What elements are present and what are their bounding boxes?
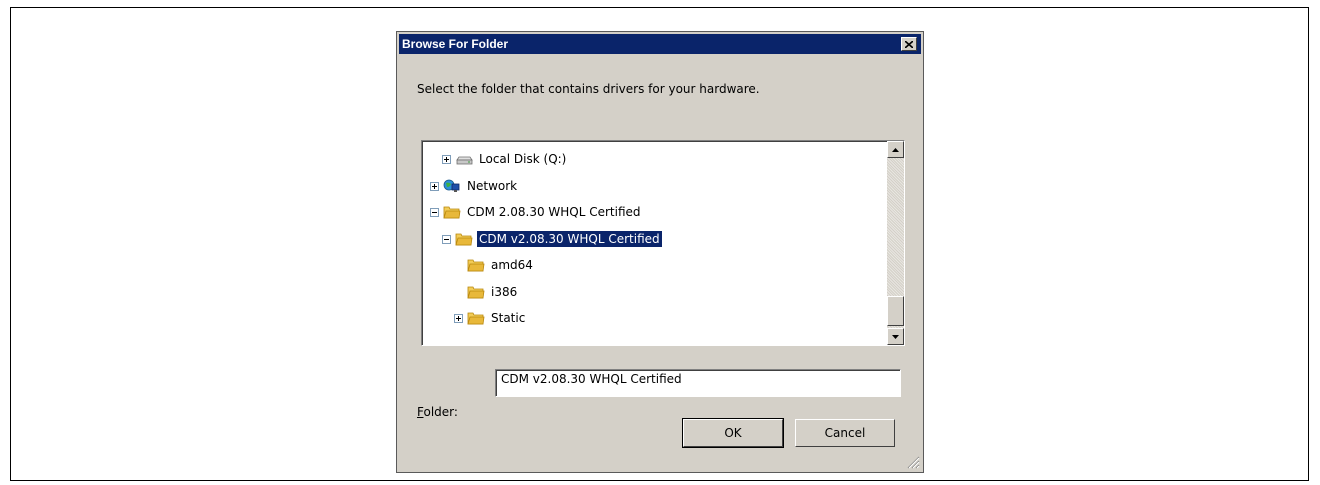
tree-item[interactable]: Static — [454, 308, 527, 328]
instruction-text: Select the folder that contains drivers … — [417, 82, 760, 96]
tree-item-label: amd64 — [491, 258, 533, 272]
arrow-down-icon — [892, 334, 899, 339]
tree-item[interactable]: i386 — [454, 282, 519, 302]
tree-item-label: Static — [491, 311, 526, 325]
tree-item-label: Network — [467, 179, 518, 193]
folder-label: Folder: — [417, 405, 458, 419]
folder-icon — [467, 312, 485, 325]
folder-label-text: older: — [423, 405, 458, 419]
folder-icon — [467, 259, 485, 272]
network-icon — [443, 179, 460, 192]
title-bar: Browse For Folder — [399, 34, 921, 54]
tree-item-label: Local Disk (Q:) — [479, 152, 567, 166]
folder-icon — [455, 233, 473, 246]
cancel-button[interactable]: Cancel — [795, 419, 895, 447]
arrow-up-icon — [892, 147, 899, 152]
tree-item[interactable]: Local Disk (Q:) — [442, 149, 568, 169]
folder-icon — [467, 286, 485, 299]
tree-item[interactable]: CDM v2.08.30 WHQL Certified — [442, 229, 663, 249]
close-button[interactable] — [901, 37, 917, 51]
tree-item[interactable]: CDM 2.08.30 WHQL Certified — [430, 202, 643, 222]
vertical-scrollbar[interactable] — [887, 141, 904, 345]
scroll-down-button[interactable] — [887, 328, 904, 345]
close-icon — [905, 40, 913, 48]
folder-tree[interactable]: Local Disk (Q:) Network CDM 2.08.30 WHQL C… — [421, 140, 905, 346]
resize-grip-icon[interactable] — [906, 455, 920, 469]
collapse-minus-icon[interactable] — [430, 207, 439, 217]
expand-plus-icon[interactable] — [454, 313, 463, 323]
folder-icon — [443, 206, 461, 219]
scroll-thumb[interactable] — [887, 296, 904, 326]
expand-plus-icon[interactable] — [430, 181, 439, 191]
tree-item-label: CDM v2.08.30 WHQL Certified — [476, 230, 663, 248]
expand-plus-icon[interactable] — [442, 154, 451, 164]
collapse-minus-icon[interactable] — [442, 234, 451, 244]
tree-item[interactable]: amd64 — [454, 255, 535, 275]
tree-item[interactable]: Network — [430, 176, 519, 196]
ok-button[interactable]: OK — [682, 418, 784, 448]
tree-item-label: CDM 2.08.30 WHQL Certified — [467, 205, 641, 219]
dialog-title: Browse For Folder — [402, 37, 509, 51]
drive-icon — [456, 156, 473, 165]
browse-for-folder-dialog: Browse For Folder Select the folder that… — [396, 31, 924, 473]
tree-item-label: i386 — [491, 285, 518, 299]
folder-field[interactable]: CDM v2.08.30 WHQL Certified — [495, 369, 901, 397]
scroll-up-button[interactable] — [887, 141, 904, 158]
